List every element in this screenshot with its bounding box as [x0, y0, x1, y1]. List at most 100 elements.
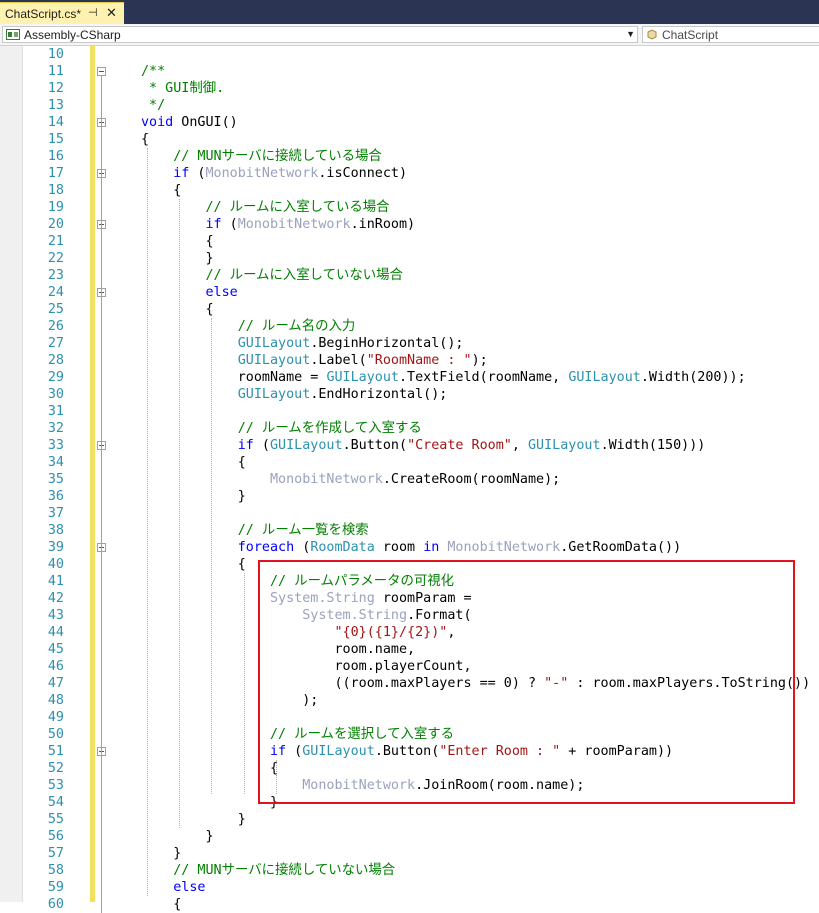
- code-line[interactable]: // ルームに入室している場合: [141, 199, 390, 216]
- code-token: MonobitNetwork: [447, 540, 561, 555]
- line-number: 20: [47, 217, 64, 232]
- code-line[interactable]: GUILayout.Label("RoomName : ");: [141, 352, 488, 369]
- line-number: 25: [47, 302, 64, 317]
- line-number: 44: [47, 625, 64, 640]
- code-line[interactable]: MonobitNetwork.CreateRoom(roomName);: [141, 471, 560, 488]
- code-line[interactable]: {: [141, 233, 213, 250]
- code-token: .EndHorizontal();: [310, 387, 448, 402]
- line-number: 28: [47, 353, 64, 368]
- line-number: 37: [47, 506, 64, 521]
- code-token: .TextField(roomName,: [399, 370, 569, 385]
- collapse-icon[interactable]: [97, 67, 106, 76]
- code-line[interactable]: {: [141, 556, 246, 573]
- member-label: ChatScript: [662, 28, 719, 42]
- line-number: 43: [47, 608, 64, 623]
- code-line[interactable]: // ルーム名の入力: [141, 318, 356, 335]
- code-line[interactable]: // ルームを作成して入室する: [141, 420, 422, 437]
- dropdown-arrow-icon[interactable]: ▼: [626, 27, 635, 42]
- code-line[interactable]: roomName = GUILayout.TextField(roomName,…: [141, 369, 746, 386]
- code-token: GUILayout: [237, 387, 311, 402]
- code-line[interactable]: if (GUILayout.Button("Create Room", GUIL…: [141, 437, 706, 454]
- code-line[interactable]: // ルームに入室していない場合: [141, 267, 403, 284]
- code-token: foreach: [237, 540, 295, 555]
- code-token: if: [205, 217, 222, 232]
- code-token: GUILayout: [528, 438, 601, 453]
- line-number: 33: [47, 438, 64, 453]
- code-editor[interactable]: 10 11 12 13 14 15 16 17 18 19 20 21 22 23 24 25 26 27 28 29…: [0, 46, 819, 913]
- line-number: 22: [47, 251, 64, 266]
- line-number: 54: [47, 795, 64, 810]
- code-token: /**: [141, 64, 166, 79]
- line-number: 29: [47, 370, 64, 385]
- code-line[interactable]: }: [141, 828, 213, 845]
- code-token: // ルームを作成して入室する: [141, 421, 422, 436]
- code-token: void: [141, 115, 174, 130]
- line-number: 53: [47, 778, 64, 793]
- code-line[interactable]: else: [141, 284, 238, 301]
- code-line[interactable]: {: [141, 454, 246, 471]
- code-token: GUILayout: [568, 370, 641, 385]
- code-line[interactable]: /**: [141, 63, 165, 80]
- line-number: 59: [47, 880, 64, 895]
- code-token: * GUI制御.: [141, 81, 225, 96]
- code-line[interactable]: else: [141, 879, 205, 896]
- change-tracking-bar: [90, 46, 95, 902]
- code-token: // ルーム名の入力: [141, 319, 356, 334]
- code-line[interactable]: if (MonobitNetwork.inRoom): [141, 216, 416, 233]
- class-icon: [647, 29, 657, 40]
- code-token: (: [189, 166, 206, 181]
- line-number: 27: [47, 336, 64, 351]
- code-token: GUILayout: [270, 438, 343, 453]
- code-line[interactable]: GUILayout.EndHorizontal();: [141, 386, 448, 403]
- code-token: .Width(200));: [640, 370, 746, 385]
- code-token: "RoomName : ": [366, 353, 472, 368]
- code-token: roomName =: [141, 370, 327, 385]
- code-line[interactable]: if (MonobitNetwork.isConnect): [141, 165, 407, 182]
- code-token: .inRoom): [350, 217, 416, 232]
- code-line[interactable]: }: [141, 811, 246, 828]
- code-token: RoomData: [310, 540, 375, 555]
- close-icon[interactable]: ✕: [106, 5, 117, 21]
- code-token: GUILayout: [326, 370, 399, 385]
- code-line[interactable]: void OnGUI(): [141, 114, 238, 131]
- line-number: 39: [47, 540, 64, 555]
- code-line[interactable]: {: [141, 896, 181, 913]
- code-line[interactable]: // MUNサーバに接続していない場合: [141, 862, 395, 879]
- code-line[interactable]: // MUNサーバに接続している場合: [141, 148, 382, 165]
- line-number: 52: [47, 761, 64, 776]
- code-token: MonobitNetwork: [270, 472, 383, 487]
- code-token: }: [141, 812, 246, 827]
- code-token: );: [471, 353, 488, 368]
- member-dropdown[interactable]: ChatScript: [642, 26, 819, 43]
- code-line[interactable]: // ルーム一覧を検索: [141, 522, 369, 539]
- code-token: .CreateRoom(roomName);: [382, 472, 561, 487]
- tab-chatscript[interactable]: ChatScript.cs* ⊣ ✕: [0, 2, 124, 24]
- code-line[interactable]: }: [141, 845, 181, 862]
- code-token: (: [221, 217, 238, 232]
- code-line[interactable]: {: [141, 131, 149, 148]
- code-line[interactable]: }: [141, 488, 246, 505]
- code-line[interactable]: */: [141, 97, 165, 114]
- project-dropdown[interactable]: Assembly-CSharp ▼: [2, 26, 638, 43]
- code-line[interactable]: {: [141, 301, 213, 318]
- code-line[interactable]: foreach (RoomData room in MonobitNetwork…: [141, 539, 681, 556]
- code-line[interactable]: GUILayout.BeginHorizontal();: [141, 335, 464, 352]
- code-token: // ルームに入室していない場合: [141, 268, 403, 283]
- code-line[interactable]: }: [141, 250, 213, 267]
- code-line[interactable]: * GUI制御.: [141, 80, 224, 97]
- line-number: 48: [47, 693, 64, 708]
- line-number: 12: [47, 81, 64, 96]
- highlight-box: [258, 560, 795, 804]
- pin-icon[interactable]: ⊣: [88, 6, 98, 19]
- code-token: OnGUI(): [173, 115, 238, 130]
- code-token: .GetRoomData()): [560, 540, 682, 555]
- code-token: "Create Room": [407, 438, 512, 453]
- code-token: if: [173, 166, 190, 181]
- indicator-margin: [0, 46, 23, 902]
- code-line[interactable]: {: [141, 182, 181, 199]
- code-token: // ルームに入室している場合: [141, 200, 390, 215]
- tab-title: ChatScript.cs*: [5, 7, 82, 21]
